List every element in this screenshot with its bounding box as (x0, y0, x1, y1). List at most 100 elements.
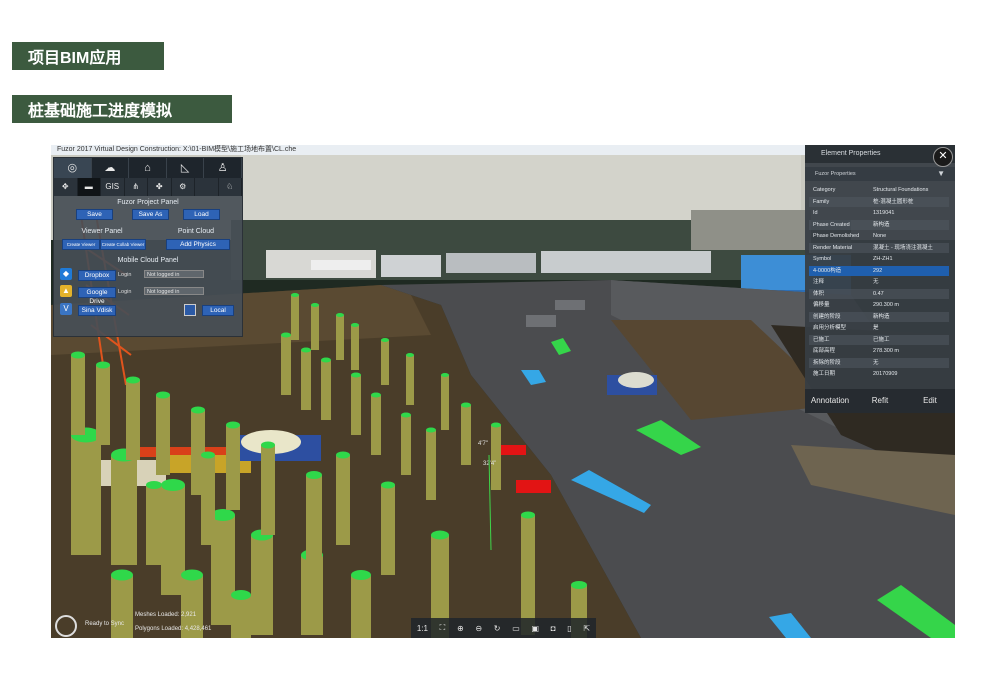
save-as-button[interactable]: Save As (132, 209, 169, 220)
add-physics-button[interactable]: Add Physics (166, 239, 230, 250)
property-row[interactable]: Family 桩-混凝土圆形桩 (809, 196, 949, 207)
pile[interactable] (521, 515, 535, 635)
sina-vdisk-button[interactable]: Sina Vdisk (78, 305, 116, 316)
create-viewer-button[interactable]: Create Viewer (62, 239, 100, 250)
pile[interactable] (426, 430, 436, 500)
annotation-button[interactable]: Annotation (805, 389, 855, 413)
save-icon[interactable]: ▣ (531, 624, 539, 633)
building-icon[interactable]: ⌂ (129, 158, 167, 178)
pile[interactable] (381, 485, 395, 575)
property-row[interactable]: 4-0000构造 292 (809, 265, 949, 276)
property-row[interactable]: Render Material 混凝土 - 现场浇注混凝土 (809, 242, 949, 253)
gis-tab[interactable]: GIS (101, 178, 125, 196)
pile[interactable] (261, 445, 275, 535)
viewer-panel-title: Viewer Panel (81, 228, 123, 235)
pile[interactable] (336, 315, 344, 360)
walker-icon[interactable]: ♘ (219, 178, 242, 196)
property-row[interactable]: Phase Created 新构造 (809, 219, 949, 230)
property-row[interactable]: Id 1319041 (809, 208, 949, 218)
pile[interactable] (96, 365, 110, 445)
pile-top (301, 347, 311, 353)
filter-icon[interactable]: ▼ (937, 167, 945, 181)
pile[interactable] (201, 455, 215, 545)
local-button[interactable]: Local (202, 305, 234, 316)
pile[interactable] (401, 415, 411, 475)
bookmark-icon[interactable]: ◘ (551, 624, 556, 633)
folder-icon[interactable]: ▬ (77, 178, 101, 196)
pile[interactable] (321, 360, 331, 420)
pile[interactable] (461, 405, 471, 465)
property-row[interactable]: Category Structural Foundations (809, 185, 949, 195)
pile[interactable] (351, 375, 361, 435)
property-key: Category (813, 187, 836, 193)
dropbox-button[interactable]: Dropbox (78, 270, 116, 281)
property-row[interactable]: 偏移量 290.300 m (809, 300, 949, 310)
pile[interactable] (226, 425, 240, 510)
zoom-out-icon[interactable]: ⊖ (475, 624, 482, 633)
property-row[interactable]: Phase Demolished None (809, 231, 949, 241)
property-row[interactable]: 拆除的阶段 无 (809, 357, 949, 368)
pile[interactable] (71, 355, 85, 435)
pile[interactable] (351, 575, 371, 638)
pile[interactable] (491, 425, 501, 490)
settings-icon[interactable]: ⚙ (172, 178, 195, 196)
load-button[interactable]: Load (183, 209, 220, 220)
clipboard-icon[interactable]: ▭ (512, 624, 520, 633)
pile[interactable] (406, 355, 414, 405)
pile[interactable] (336, 455, 350, 545)
pile[interactable] (281, 335, 291, 395)
edit-button[interactable]: Edit (905, 389, 955, 413)
rotate-icon[interactable]: ↻ (494, 624, 501, 633)
property-row[interactable]: 启用分析模型 是 (809, 323, 949, 333)
cloud-icon[interactable]: ☁ (92, 158, 130, 178)
property-key: 施工日期 (813, 371, 836, 377)
pile[interactable] (306, 475, 322, 565)
pile[interactable] (351, 325, 359, 370)
refit-button[interactable]: Refit (855, 389, 905, 413)
export-icon[interactable]: ⇱ (583, 624, 590, 633)
fit-icon[interactable]: ⛶ (440, 623, 446, 633)
pile-top (261, 441, 275, 449)
hierarchy-icon[interactable]: ⋔ (125, 178, 148, 196)
close-icon[interactable]: ✕ (933, 147, 953, 167)
ruler-icon[interactable]: ◺ (167, 158, 205, 178)
ratio-label[interactable]: 1:1 (417, 624, 428, 633)
pile[interactable] (71, 435, 101, 555)
google-drive-button[interactable]: Google Drive (78, 287, 116, 305)
person-icon[interactable]: ♙ (204, 158, 242, 178)
create-collab-viewer-button[interactable]: Create Collab Viewer (100, 239, 146, 250)
pile[interactable] (301, 350, 311, 410)
puzzle-icon[interactable]: ✤ (148, 178, 172, 196)
pile[interactable] (381, 340, 389, 385)
pile[interactable] (441, 375, 449, 430)
pile[interactable] (311, 305, 319, 350)
fuzor-properties-header[interactable]: Fuzor Properties ▼ (805, 167, 955, 181)
sync-icon[interactable] (55, 615, 77, 637)
zoom-in-icon[interactable]: ⊕ (457, 624, 464, 633)
property-key: 底部高程 (813, 348, 836, 354)
property-row[interactable]: 体积 0.47 (809, 288, 949, 299)
pile[interactable] (156, 395, 170, 475)
top-tab-row: ◎ ☁ ⌂ ◺ ♙ (54, 158, 242, 178)
save-button[interactable]: Save (76, 209, 113, 220)
property-row[interactable]: 施工日期 20170909 (809, 369, 949, 379)
pile[interactable] (371, 395, 381, 455)
pile[interactable] (301, 555, 323, 635)
google-status-field[interactable]: Not logged in (144, 287, 204, 295)
pile[interactable] (126, 380, 140, 460)
navigate-icon[interactable]: ◎ (54, 158, 92, 178)
empty-tab[interactable] (195, 178, 219, 196)
pile[interactable] (291, 295, 299, 340)
property-row[interactable]: Symbol ZH-ZH1 (809, 254, 949, 264)
property-row[interactable]: 创建的阶段 新构造 (809, 311, 949, 322)
mobile-icon[interactable]: ▯ (567, 624, 571, 633)
property-row[interactable]: 已施工 已施工 (809, 334, 949, 345)
property-row[interactable]: 底部高程 278.300 m (809, 346, 949, 356)
move-icon[interactable]: ✥ (54, 178, 78, 196)
pile-top (306, 471, 322, 479)
pile[interactable] (251, 535, 273, 635)
dropbox-status-field[interactable]: Not logged in (144, 270, 204, 278)
property-row[interactable]: 注释 无 (809, 277, 949, 287)
pile[interactable] (146, 485, 162, 565)
pile[interactable] (111, 455, 137, 565)
